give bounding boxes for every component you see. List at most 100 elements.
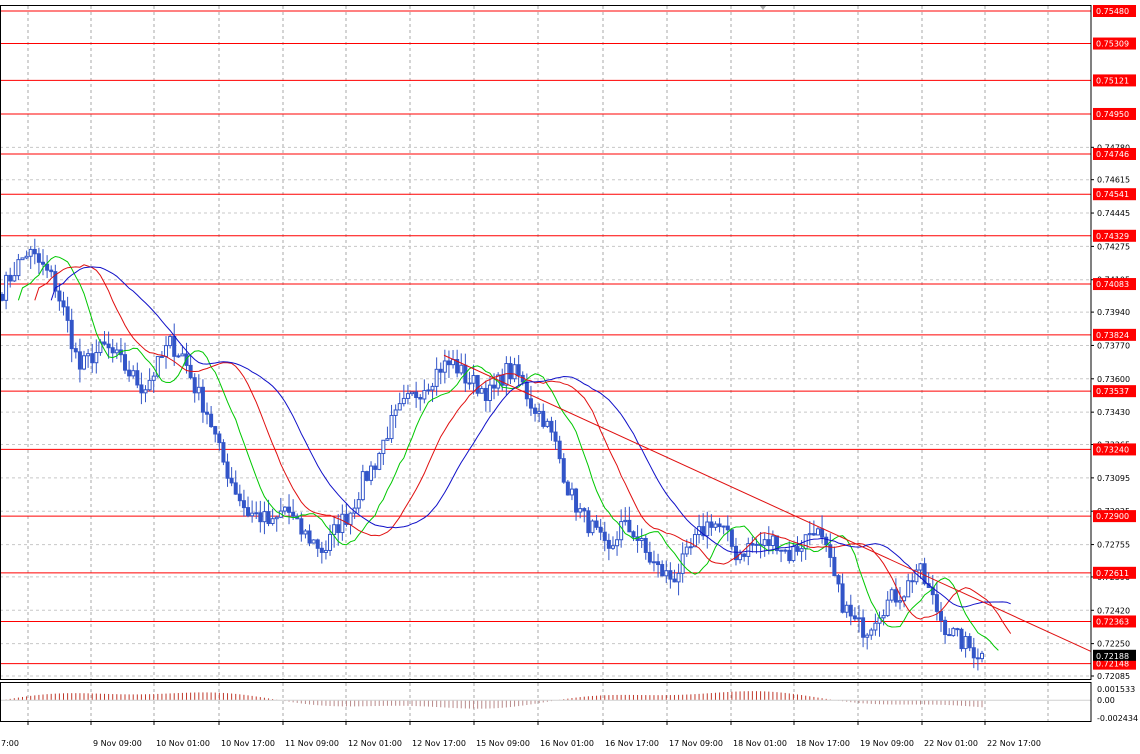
candle-body [479, 387, 484, 394]
candle-body [754, 543, 759, 546]
candle-body [938, 610, 943, 621]
candle-body [721, 525, 726, 528]
candle-body [500, 374, 505, 386]
candle-body [975, 657, 980, 660]
candle-body [602, 531, 607, 541]
candle-body [24, 255, 29, 259]
candle-body [565, 481, 570, 496]
candle-body [770, 535, 775, 547]
candle-body [795, 546, 800, 552]
candle-body [815, 528, 820, 536]
candle-body [151, 375, 156, 381]
level-label: 0.74083 [1096, 280, 1129, 289]
candle-body [619, 521, 624, 541]
candle-body [627, 519, 632, 533]
time-tick-label: 10 Nov 01:00 [156, 739, 210, 748]
candle-body [250, 512, 255, 517]
level-label: 0.72611 [1096, 569, 1129, 578]
candle-body [110, 347, 115, 354]
candle-body [266, 511, 271, 525]
candle-body [779, 549, 784, 552]
candle-body [229, 477, 234, 484]
candle-body [442, 360, 447, 373]
candle-body [237, 493, 242, 502]
candle-body [213, 426, 218, 435]
candle-body [889, 589, 894, 601]
candle-body [16, 259, 21, 277]
candle-body [254, 512, 259, 515]
candle-body [783, 549, 788, 552]
candle-body [36, 253, 41, 263]
candle-body [147, 379, 152, 391]
level-label: 0.72363 [1096, 617, 1129, 626]
candle-body [233, 482, 238, 495]
level-label: 0.75309 [1096, 40, 1129, 49]
candle-body [660, 564, 665, 577]
level-label: 0.74541 [1096, 190, 1129, 199]
candle-body [373, 465, 378, 470]
candle-body [446, 360, 451, 366]
candle-body [951, 628, 956, 637]
time-tick-label: 17 Nov 09:00 [669, 739, 723, 748]
candle-body [943, 619, 948, 636]
time-tick-label: 12 Nov 17:00 [412, 739, 466, 748]
candle-body [672, 578, 677, 583]
candle-body [397, 403, 402, 411]
time-tick-label: 18 Nov 01:00 [733, 739, 787, 748]
candle-body [77, 351, 82, 370]
candle-body [426, 389, 431, 392]
candle-body [311, 539, 316, 544]
candle-body [893, 589, 898, 603]
candle-body [856, 617, 861, 620]
time-tick-label: 11 Nov 09:00 [285, 739, 339, 748]
price-chart[interactable]: 0.0015330.00-0.002434 0.747800.746150.74… [0, 0, 1140, 754]
candle-body [12, 275, 17, 282]
candle-body [492, 384, 497, 389]
candle-body [315, 539, 320, 549]
candle-body [824, 536, 829, 546]
candle-body [512, 364, 517, 380]
candle-body [176, 355, 181, 358]
candle-body [422, 390, 427, 400]
candle-body [840, 583, 845, 613]
candle-body [516, 364, 521, 376]
candle-body [164, 345, 169, 357]
candle-body [225, 461, 230, 479]
candle-body [389, 414, 394, 440]
candle-body [590, 520, 595, 534]
candle-body [102, 341, 107, 345]
time-tick-label: 16 Nov 17:00 [605, 739, 659, 748]
candle-body [270, 518, 275, 525]
candle-body [131, 370, 136, 377]
candle-body [385, 438, 390, 441]
candle-body [873, 622, 878, 631]
candle-body [418, 397, 423, 400]
candle-body [287, 506, 292, 513]
candle-body [832, 556, 837, 577]
candle-body [405, 393, 410, 399]
candle-body [414, 391, 419, 399]
candle-body [434, 368, 439, 387]
candle-body [668, 570, 673, 580]
time-tick-label: 22 Nov 17:00 [987, 739, 1041, 748]
candle-body [459, 364, 464, 374]
candle-body [897, 600, 902, 603]
candle-body [139, 384, 144, 394]
level-label: 0.75480 [1096, 7, 1129, 16]
price-tick-label: 0.72085 [1097, 672, 1130, 681]
candle-body [430, 385, 435, 391]
candle-body [487, 384, 492, 402]
candle-body [28, 248, 33, 257]
candle-body [561, 458, 566, 483]
candle-body [910, 580, 915, 583]
candle-body [209, 413, 214, 428]
candle-body [90, 353, 95, 364]
oscillator-tick-label: -0.002434 [1097, 714, 1138, 723]
oscillator-tick-label: 0.001533 [1097, 685, 1135, 694]
candle-body [360, 471, 365, 501]
candle-body [967, 636, 972, 649]
candle-body [533, 407, 538, 414]
candle-body [574, 488, 579, 513]
candle-body [569, 488, 574, 496]
candle-body [241, 500, 246, 509]
